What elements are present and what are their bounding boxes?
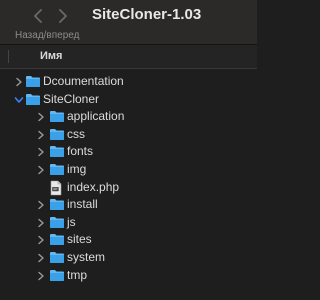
disclosure-chevron-right-icon[interactable] xyxy=(36,112,46,122)
folder-icon xyxy=(25,74,41,89)
list-item-folder[interactable]: fonts xyxy=(0,143,257,161)
column-header: Имя xyxy=(0,45,257,69)
folder-icon xyxy=(49,215,65,230)
list-item-label: application xyxy=(67,109,125,124)
list-item-label: tmp xyxy=(67,267,88,282)
finder-window: SiteCloner-1.03 Назад/вперед Имя Dcoumen… xyxy=(0,0,257,300)
folder-icon xyxy=(49,268,65,283)
list-item-label: sites xyxy=(67,232,92,247)
column-separator xyxy=(8,50,9,63)
disclosure-chevron-down-icon[interactable] xyxy=(14,95,24,105)
chevron-left-icon xyxy=(34,9,42,23)
disclosure-chevron-right-icon[interactable] xyxy=(14,77,24,87)
folder-icon xyxy=(49,250,65,265)
disclosure-chevron-right-icon[interactable] xyxy=(36,253,46,263)
folder-icon xyxy=(49,232,65,247)
list-item-folder[interactable]: SiteCloner xyxy=(0,91,257,109)
list-item-folder[interactable]: tmp xyxy=(0,267,257,285)
back-forward-label: Назад/вперед xyxy=(15,30,80,41)
folder-icon xyxy=(25,92,41,107)
list-item-folder[interactable]: img xyxy=(0,161,257,179)
list-item-folder[interactable]: js xyxy=(0,214,257,232)
folder-icon xyxy=(49,109,65,124)
list-item-label: system xyxy=(67,250,106,264)
disclosure-chevron-right-icon[interactable] xyxy=(36,130,46,140)
list-item-label: js xyxy=(67,214,76,229)
list-item-folder[interactable]: system xyxy=(0,249,257,267)
back-button[interactable] xyxy=(31,8,45,24)
disclosure-chevron-right-icon[interactable] xyxy=(36,235,46,245)
disclosure-chevron-right-icon[interactable] xyxy=(36,271,46,281)
folder-icon xyxy=(49,162,65,177)
list-item-folder[interactable]: install xyxy=(0,196,257,214)
toolbar: SiteCloner-1.03 Назад/вперед xyxy=(0,0,257,44)
chevron-right-icon xyxy=(59,9,67,23)
list-item-folder[interactable]: css xyxy=(0,126,257,144)
disclosure-chevron-right-icon[interactable] xyxy=(36,218,46,228)
folder-icon xyxy=(49,197,65,212)
disclosure-chevron-right-icon[interactable] xyxy=(36,200,46,210)
list-item-label: fonts xyxy=(67,144,94,159)
list-item-folder[interactable]: Dcoumentation xyxy=(0,73,257,91)
list-item-label: css xyxy=(67,126,85,141)
list-item-folder[interactable]: sites xyxy=(0,231,257,249)
list-item-label: img xyxy=(67,162,87,176)
folder-icon xyxy=(49,127,65,142)
disclosure-chevron-right-icon[interactable] xyxy=(36,147,46,157)
list-item-file[interactable]: index.php xyxy=(0,179,257,197)
document-icon xyxy=(49,180,65,195)
list-item-label: index.php xyxy=(67,179,120,194)
list-item-label: SiteCloner xyxy=(43,91,100,106)
column-header-name[interactable]: Имя xyxy=(40,50,62,62)
list-item-label: install xyxy=(67,197,98,212)
disclosure-chevron-right-icon[interactable] xyxy=(36,165,46,175)
forward-button[interactable] xyxy=(56,8,70,24)
window-title: SiteCloner-1.03 xyxy=(92,6,202,23)
folder-icon xyxy=(49,144,65,159)
list-item-label: Dcoumentation xyxy=(43,74,124,88)
list-item-folder[interactable]: application xyxy=(0,108,257,126)
